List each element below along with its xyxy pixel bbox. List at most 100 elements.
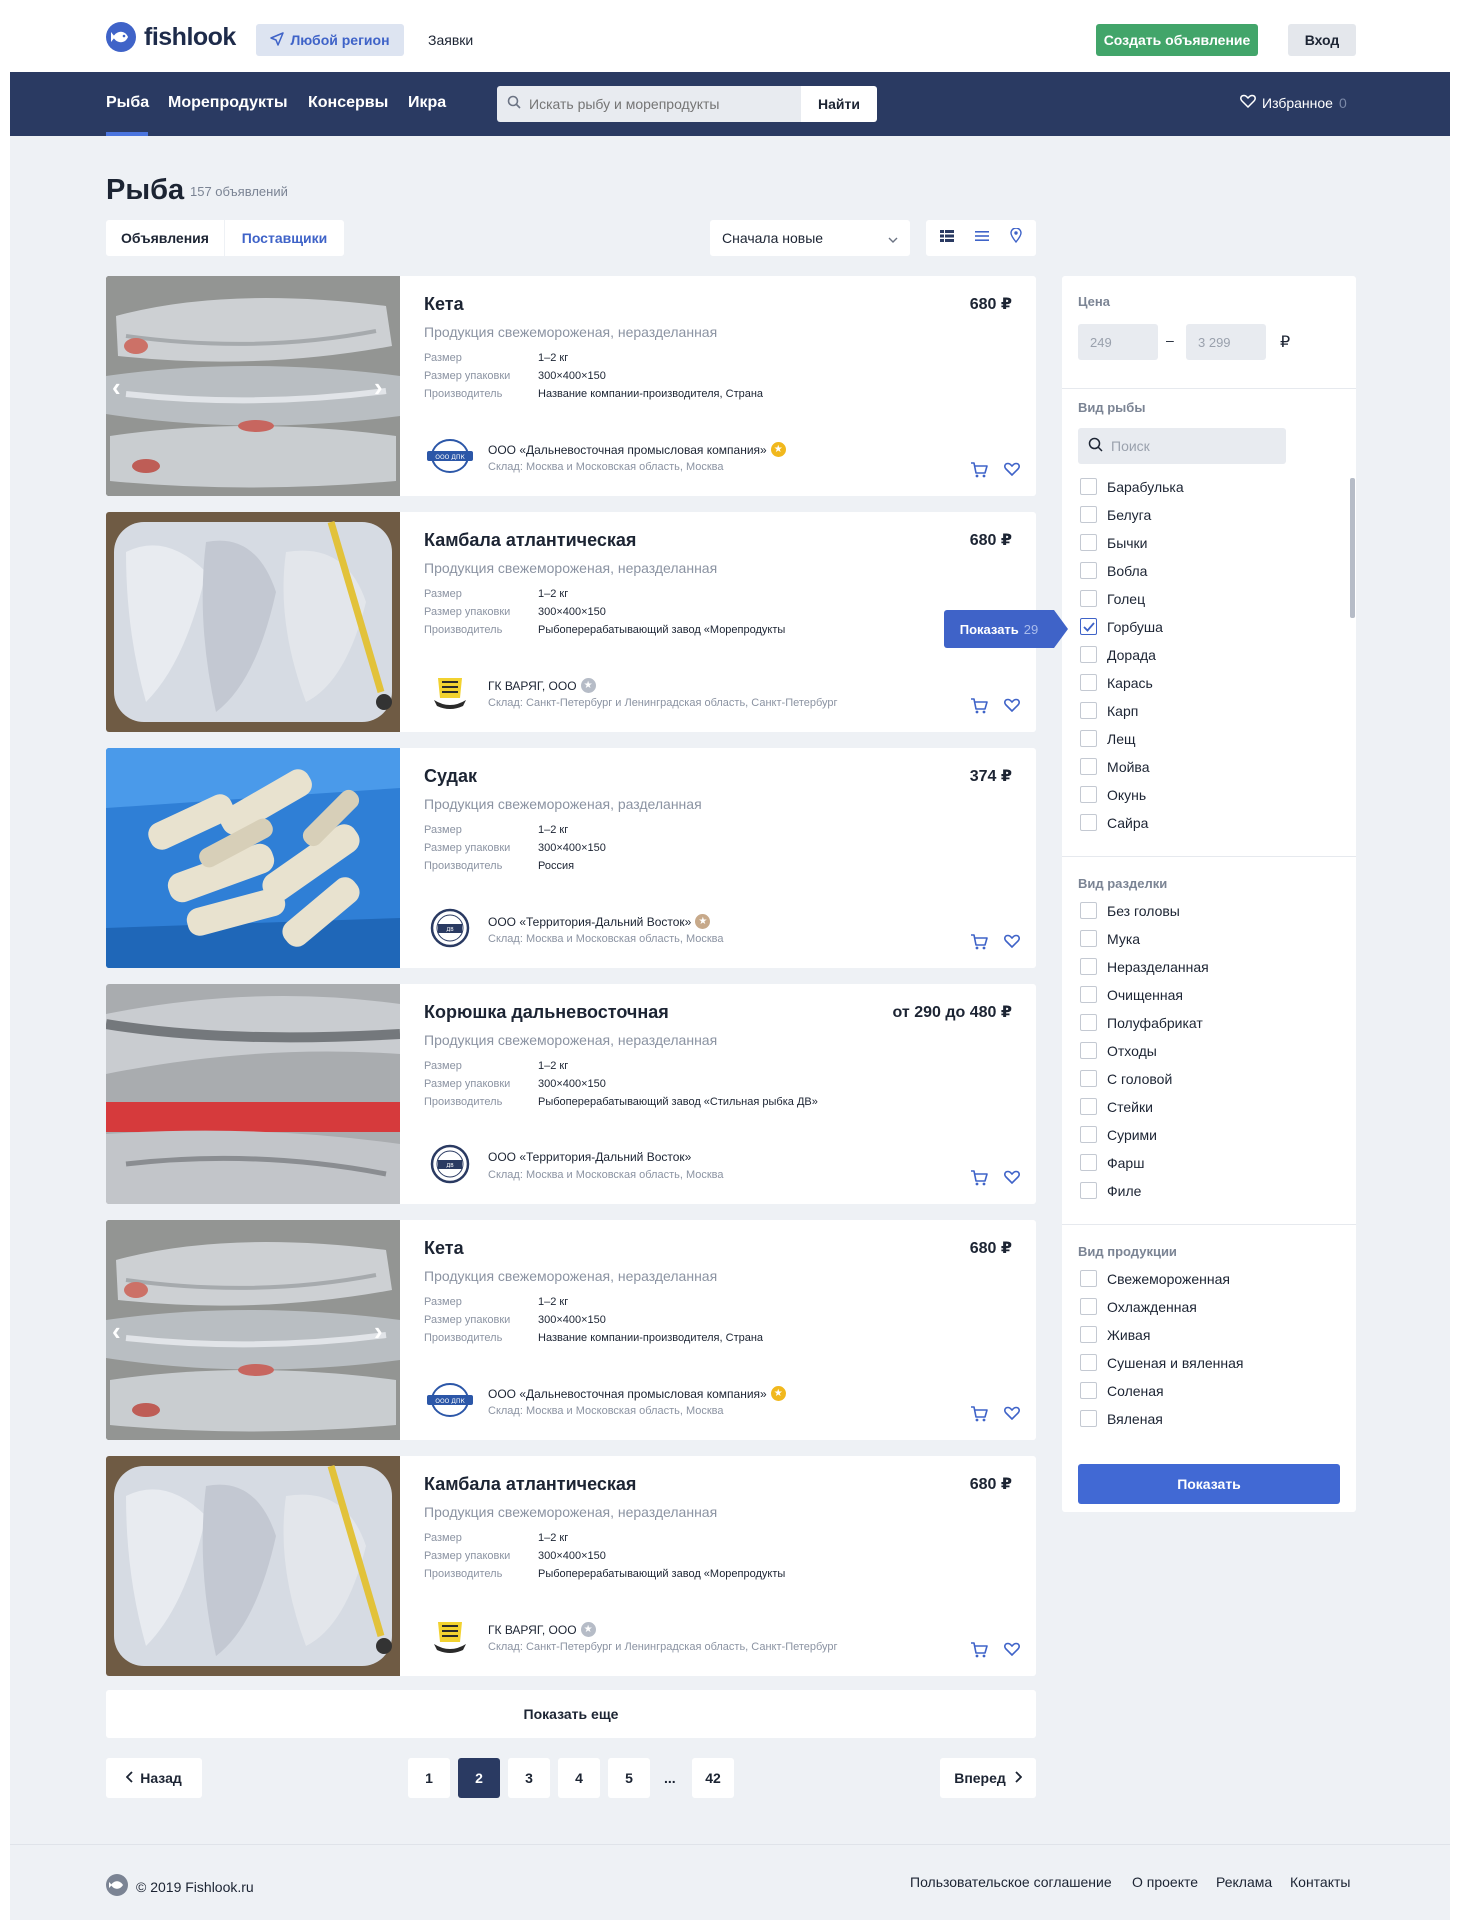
show-results-popup[interactable]: Показать 29	[944, 610, 1054, 648]
listing-card[interactable]: Корюшка дальневосточная от 290 до 480 ₽ Пр…	[106, 984, 1036, 1204]
filter-option[interactable]: Сурими	[1080, 1126, 1157, 1143]
filter-option[interactable]: Карась	[1080, 674, 1153, 691]
listing-title[interactable]: Корюшка дальневосточная	[424, 1002, 669, 1023]
filter-option[interactable]: Полуфабрикат	[1080, 1014, 1203, 1031]
filter-option[interactable]: Голец	[1080, 590, 1145, 607]
cart-icon[interactable]	[970, 1642, 988, 1663]
filter-option[interactable]: Лещ	[1080, 730, 1136, 747]
seller-logo[interactable]	[424, 1616, 476, 1656]
page-2[interactable]: 2	[458, 1758, 500, 1798]
nav-item-fish[interactable]: Рыба	[106, 94, 149, 112]
search-input[interactable]	[529, 96, 779, 112]
requests-link[interactable]: Заявки	[428, 32, 473, 48]
filter-option[interactable]: Дорада	[1080, 646, 1156, 663]
login-button[interactable]: Вход	[1288, 24, 1356, 56]
listing-photo[interactable]: ‹ ›	[106, 276, 400, 496]
filter-option[interactable]: Соленая	[1080, 1382, 1164, 1399]
listing-card[interactable]: Судак 374 ₽ Продукция свежемороженая, разд…	[106, 748, 1036, 968]
page-4[interactable]: 4	[558, 1758, 600, 1798]
cart-icon[interactable]	[970, 934, 988, 955]
footer-link-ads[interactable]: Реклама	[1216, 1874, 1272, 1890]
listing-title[interactable]: Кета	[424, 1238, 464, 1259]
filter-option[interactable]: Бычки	[1080, 534, 1148, 551]
listing-title[interactable]: Камбала атлантическая	[424, 1474, 636, 1495]
listing-title[interactable]: Камбала атлантическая	[424, 530, 636, 551]
cart-icon[interactable]	[970, 1406, 988, 1427]
image-prev-icon[interactable]: ‹	[112, 1318, 121, 1344]
cart-icon[interactable]	[970, 462, 988, 483]
checkbox[interactable]	[1080, 1154, 1097, 1171]
listing-card[interactable]: Камбала атлантическая 680 ₽ Продукция свеж…	[106, 512, 1036, 732]
price-from-input[interactable]: 249	[1078, 324, 1158, 360]
image-next-icon[interactable]: ›	[374, 1318, 383, 1344]
checkbox[interactable]	[1080, 1326, 1097, 1343]
checkbox[interactable]	[1080, 1182, 1097, 1199]
filter-option[interactable]: Мойва	[1080, 758, 1150, 775]
image-next-icon[interactable]: ›	[374, 374, 383, 400]
seller-logo[interactable]	[424, 672, 476, 712]
filter-option[interactable]: Живая	[1080, 1326, 1150, 1343]
heart-icon[interactable]	[1004, 462, 1020, 481]
filter-option[interactable]: Мука	[1080, 930, 1140, 947]
checkbox[interactable]	[1080, 1410, 1097, 1427]
show-more-button[interactable]: Показать еще	[106, 1690, 1036, 1738]
checkbox[interactable]	[1080, 1098, 1097, 1115]
seller-name[interactable]: ООО «Дальневосточная промысловая компани…	[488, 1386, 786, 1401]
listing-photo[interactable]	[106, 512, 400, 732]
filter-show-button[interactable]: Показать	[1078, 1464, 1340, 1504]
checkbox[interactable]	[1080, 758, 1097, 775]
sort-select[interactable]: Сначала новые	[710, 220, 910, 256]
listing-photo[interactable]	[106, 748, 400, 968]
seller-logo[interactable]: ДВ	[424, 1144, 476, 1184]
pagination-back-button[interactable]: Назад	[106, 1758, 202, 1798]
nav-item-seafood[interactable]: Морепродукты	[168, 94, 288, 112]
listing-photo[interactable]: ‹ ›	[106, 1220, 400, 1440]
listing-title[interactable]: Судак	[424, 766, 477, 787]
checkbox[interactable]	[1080, 958, 1097, 975]
checkbox[interactable]	[1080, 930, 1097, 947]
heart-icon[interactable]	[1004, 934, 1020, 953]
pagination-next-button[interactable]: Вперед	[940, 1758, 1036, 1798]
filter-option[interactable]: Барабулька	[1080, 478, 1184, 495]
filter-option[interactable]: Карп	[1080, 702, 1138, 719]
tab-suppliers[interactable]: Поставщики	[224, 220, 344, 256]
heart-icon[interactable]	[1004, 698, 1020, 717]
heart-icon[interactable]	[1004, 1406, 1020, 1425]
seller-logo[interactable]: ООО ДПК	[424, 436, 476, 476]
checkbox[interactable]	[1080, 1382, 1097, 1399]
price-to-input[interactable]: 3 299	[1186, 324, 1266, 360]
list-view-icon[interactable]	[974, 229, 989, 247]
checkbox[interactable]	[1080, 534, 1097, 551]
checkbox[interactable]	[1080, 618, 1097, 635]
filter-option[interactable]: Сушеная и вяленная	[1080, 1354, 1243, 1371]
listing-card[interactable]: ‹ › Кета 680 ₽ Продукция свежемороженая, нер…	[106, 1220, 1036, 1440]
tab-listings[interactable]: Объявления	[106, 220, 224, 256]
filter-option[interactable]: С головой	[1080, 1070, 1172, 1087]
filter-option[interactable]: Свежемороженная	[1080, 1270, 1230, 1287]
checkbox[interactable]	[1080, 1014, 1097, 1031]
checkbox[interactable]	[1080, 562, 1097, 579]
checkbox[interactable]	[1080, 902, 1097, 919]
filter-option[interactable]: Без головы	[1080, 902, 1180, 919]
cart-icon[interactable]	[970, 698, 988, 719]
seller-name[interactable]: ГК ВАРЯГ, ООО ★	[488, 678, 596, 693]
favorites-link[interactable]: Избранное 0	[1240, 94, 1347, 111]
checkbox[interactable]	[1080, 786, 1097, 803]
checkbox[interactable]	[1080, 674, 1097, 691]
map-pin-icon[interactable]	[1009, 227, 1022, 248]
create-listing-button[interactable]: Создать объявление	[1096, 24, 1258, 56]
filter-option[interactable]: Вяленая	[1080, 1410, 1163, 1427]
seller-name[interactable]: ООО «Территория-Дальний Восток»	[488, 1150, 691, 1164]
seller-name[interactable]: ООО «Территория-Дальний Восток» ★	[488, 914, 711, 929]
nav-item-canned[interactable]: Консервы	[308, 94, 388, 112]
seller-name[interactable]: ГК ВАРЯГ, ООО ★	[488, 1622, 596, 1637]
filter-scrollbar[interactable]	[1350, 478, 1355, 618]
listing-card[interactable]: ‹ › Кета 680 ₽ Продукция свежемороженая, нер…	[106, 276, 1036, 496]
cart-icon[interactable]	[970, 1170, 988, 1191]
listing-photo[interactable]	[106, 984, 400, 1204]
page-5[interactable]: 5	[608, 1758, 650, 1798]
checkbox[interactable]	[1080, 986, 1097, 1003]
heart-icon[interactable]	[1004, 1642, 1020, 1661]
filter-option[interactable]: Фарш	[1080, 1154, 1144, 1171]
seller-logo[interactable]: ДВ	[424, 908, 476, 948]
